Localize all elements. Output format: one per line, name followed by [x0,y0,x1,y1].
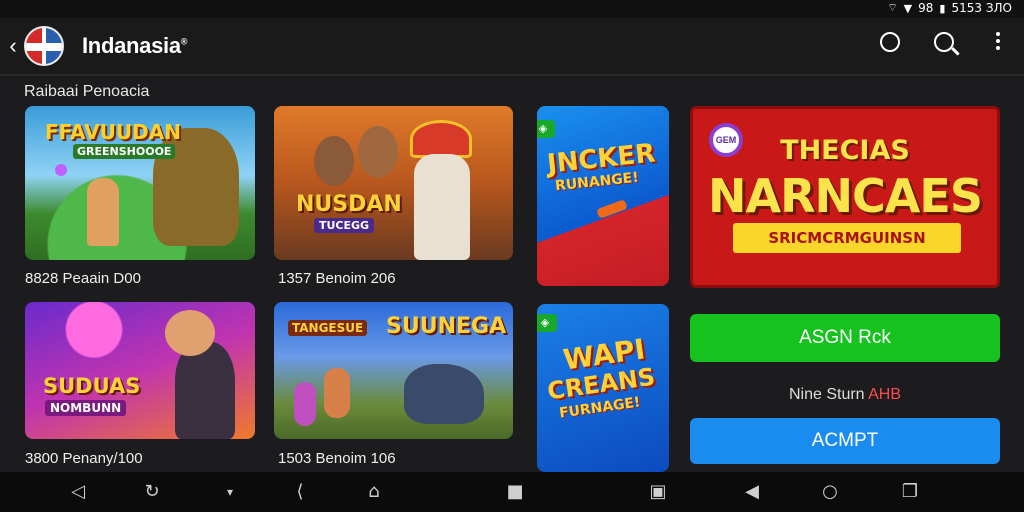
promo-note-accent: AHB [868,386,902,403]
game-subbanner-3: NOMBUNN [45,400,127,416]
game-banner-4-left: TANGESUE [288,320,368,336]
refresh-icon[interactable]: ↻ [140,481,164,503]
registered-mark: ® [180,36,188,47]
promo-strip: SRICMCRMGUINSN [733,223,961,253]
promo-note-text: Nine Sturn [788,386,865,403]
android-badge-icon-2: ◈ [537,314,557,332]
promo-note: Nine Sturn AHB [690,386,1000,404]
game-card-tall-2[interactable]: ◈ WAPI CREANS FURNAGE! [537,304,669,472]
game-banner-3: SUDUAS [43,374,141,398]
wifi-icon: ⌔ [887,1,898,14]
back-arrow-icon[interactable]: ‹ [2,33,24,59]
copy-icon[interactable]: ▣ [646,481,670,503]
promo-title: NARNCAES [708,169,983,223]
status-icons: ⌔ ▼ 98 ▮ 5153 ЗЛО [887,1,1012,15]
dropdown-icon[interactable]: ▾ [218,481,242,503]
section-title: Raibaai Penoacia [24,83,150,100]
game-card-tall-1[interactable]: ◈ JNCKER RUNANGE! [537,106,669,286]
home-square-icon[interactable]: ■ [503,481,527,503]
game-banner-1: FFAVUUDAN [45,120,181,144]
game-thumbnail-2 [274,106,513,260]
app-bar-divider [0,74,1024,76]
game-caption-4: 1503 Benoim 106 [278,450,396,467]
back-triangle-icon[interactable]: ◁ [66,481,90,503]
app-title: Indanasia® [82,33,187,59]
game-caption-3: 3800 Penany/100 [25,450,143,467]
game-card-2[interactable]: NUSDAN TUCEGG [274,106,513,260]
game-banner-2: NUSDAN [296,192,402,217]
share-icon[interactable]: ⟨ [288,481,312,503]
app-bar: ‹ Indanasia® [0,18,1024,74]
app-actions [878,32,1010,56]
battery-label: 98 [918,1,934,15]
search-icon[interactable] [932,32,956,56]
more-options-icon[interactable] [986,32,1010,56]
game-card-3[interactable]: SUDUAS NOMBUNN [25,302,255,439]
game-thumbnail-tall-1 [537,106,669,286]
game-banner-4: SUUNEGA [386,314,507,339]
secondary-action-button[interactable]: ACMPT [690,418,1000,464]
game-subbanner-2: TUCEGG [314,218,375,233]
game-card-4[interactable]: TANGESUE SUUNEGA [274,302,513,439]
game-card-1[interactable]: FFAVUUDAN GREENSHOOOE [25,106,255,260]
promo-headline: THECIAS [780,135,910,166]
battery-icon: ▮ [939,1,946,15]
primary-action-button[interactable]: ASGN Rck [690,314,1000,362]
signal-icon: ▼ [903,1,913,15]
game-subbanner-4: TANGESUE [292,321,364,335]
home-circle-icon[interactable]: ○ [818,481,842,503]
android-badge-icon: ◈ [537,120,555,138]
recents-icon[interactable]: ❐ [898,481,922,503]
promo-banner[interactable]: GEM THECIAS NARNCAES SRICMCRMGUINSN [690,106,1000,288]
clock: 5153 ЗЛО [951,1,1012,15]
back-filled-icon[interactable]: ◀ [740,481,764,503]
rotate-icon[interactable]: ⌂ [362,481,386,503]
status-bar: ⌔ ▼ 98 ▮ 5153 ЗЛО [0,0,1024,18]
game-thumbnail-3 [25,302,255,439]
game-caption-2: 1357 Benoim 206 [278,270,396,287]
game-caption-1: 8828 Peaain D00 [25,270,141,287]
chat-icon[interactable] [878,32,902,56]
game-subbanner-1: GREENSHOOOE [73,144,176,159]
app-title-text: Indanasia [82,33,181,58]
system-nav-bar: ◁ ↻ ▾ ⟨ ⌂ ■ ▣ ◀ ○ ❐ [0,472,1024,512]
app-logo [24,26,64,66]
